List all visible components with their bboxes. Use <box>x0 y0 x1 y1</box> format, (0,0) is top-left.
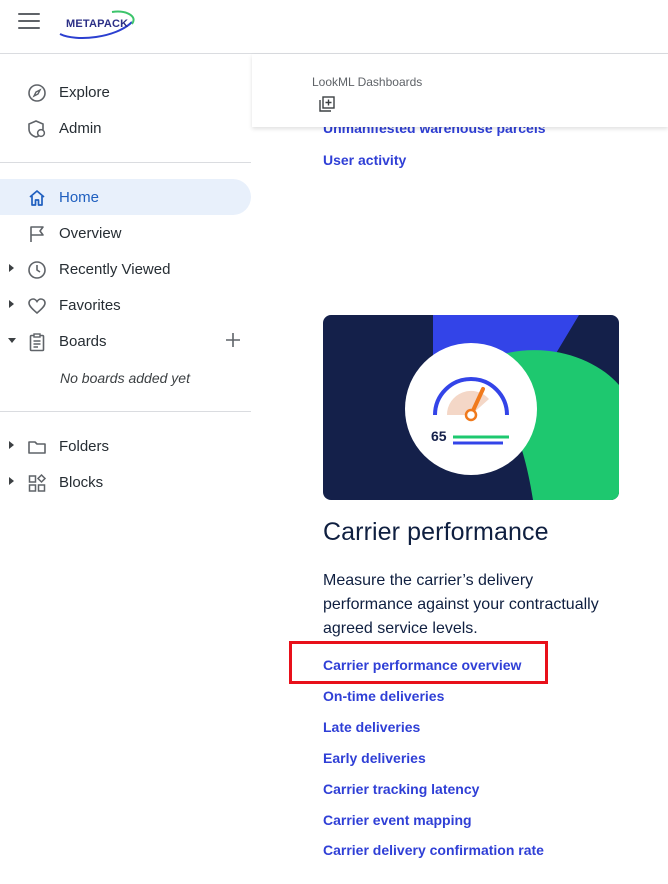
sidebar-item-explore[interactable]: Explore <box>0 74 251 110</box>
sidebar-divider <box>0 411 251 412</box>
sidebar-item-boards[interactable]: Boards <box>0 323 251 359</box>
heart-icon <box>28 298 46 315</box>
sidebar-item-admin[interactable]: Admin <box>0 110 251 146</box>
folder-icon <box>28 441 46 454</box>
add-board-plus-icon[interactable] <box>224 331 242 349</box>
expand-caret-icon[interactable] <box>9 441 14 449</box>
add-dashboard-icon[interactable] <box>319 96 335 112</box>
hamburger-menu-icon[interactable] <box>18 13 40 31</box>
dashboard-link-carrier-delivery-confirmation-rate[interactable]: Carrier delivery confirmation rate <box>323 842 544 858</box>
sidebar-item-label: Explore <box>59 84 110 101</box>
top-bar: METAPACK <box>0 0 668 54</box>
sidebar-item-label: Home <box>59 189 100 206</box>
speedometer-illustration-icon <box>323 315 619 500</box>
sidebar-divider <box>0 162 251 163</box>
sidebar-item-favorites[interactable]: Favorites <box>0 287 251 323</box>
flag-icon <box>30 226 44 242</box>
dashboard-link-user-activity[interactable]: User activity <box>323 152 406 168</box>
carrier-performance-illustration: 65 <box>323 315 619 500</box>
sidebar-item-label: Folders <box>59 438 110 455</box>
expand-caret-icon[interactable] <box>9 264 14 272</box>
sidebar-item-label: Blocks <box>59 474 104 491</box>
home-icon <box>29 190 45 206</box>
sidebar-item-label: Favorites <box>59 297 121 314</box>
expand-caret-icon[interactable] <box>9 300 14 308</box>
compass-icon <box>28 84 46 102</box>
blocks-icon <box>28 473 47 492</box>
sidebar-item-blocks[interactable]: Blocks <box>0 464 251 500</box>
shield-gear-icon <box>28 120 46 138</box>
sidebar-item-label: Admin <box>59 120 102 137</box>
card-description: Measure the carrier’s delivery performan… <box>323 572 599 637</box>
clipboard-icon <box>29 333 45 352</box>
dashboard-link-late-deliveries[interactable]: Late deliveries <box>323 719 420 735</box>
clock-icon <box>28 261 46 279</box>
section-title: LookML Dashboards <box>312 75 423 89</box>
dashboard-link-carrier-event-mapping[interactable]: Carrier event mapping <box>323 812 472 828</box>
dashboard-link-on-time-deliveries[interactable]: On-time deliveries <box>323 688 444 704</box>
sidebar: Explore Admin Home Overview Recently Vie… <box>0 54 252 884</box>
no-boards-message: No boards added yet <box>60 370 190 386</box>
dashboard-link-carrier-tracking-latency[interactable]: Carrier tracking latency <box>323 781 479 797</box>
sidebar-item-overview[interactable]: Overview <box>0 215 251 251</box>
collapse-caret-icon[interactable] <box>8 338 16 343</box>
expand-caret-icon[interactable] <box>9 477 14 485</box>
lookml-dashboards-header: LookML Dashboards <box>252 54 668 127</box>
dashboard-link-early-deliveries[interactable]: Early deliveries <box>323 750 426 766</box>
sidebar-item-label: Boards <box>59 333 107 350</box>
sidebar-item-home[interactable]: Home <box>0 179 251 215</box>
metapack-logo[interactable]: METAPACK <box>56 6 138 40</box>
sidebar-item-folders[interactable]: Folders <box>0 428 251 464</box>
highlight-box <box>289 641 548 684</box>
sidebar-item-label: Recently Viewed <box>59 261 171 278</box>
card-title: Carrier performance <box>323 518 549 546</box>
gauge-value: 65 <box>431 428 447 444</box>
sidebar-item-recently-viewed[interactable]: Recently Viewed <box>0 251 251 287</box>
logo-text: METAPACK <box>66 18 129 30</box>
sidebar-item-label: Overview <box>59 225 122 242</box>
